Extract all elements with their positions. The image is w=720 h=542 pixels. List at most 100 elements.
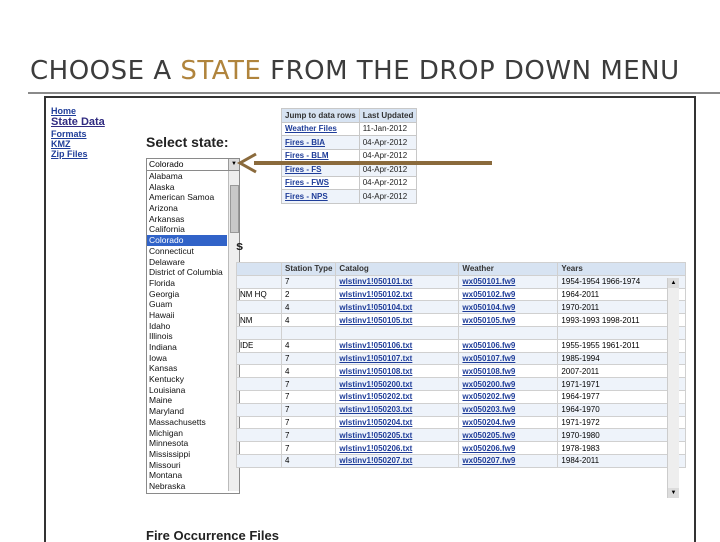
state-option[interactable]: Missouri [147, 460, 227, 471]
state-option[interactable]: Delaware [147, 257, 227, 268]
catalog-link[interactable]: wlstinv1!050205.txt [335, 428, 460, 443]
jump-row: Fires - FWS 04-Apr-2012 [281, 175, 418, 190]
station-type: 4 [280, 338, 337, 353]
browser-screenshot: Home State Data Formats KMZ Zip Files Se… [44, 96, 696, 542]
jump-row: Fires - NPS 04-Apr-2012 [281, 189, 418, 204]
nav-item-home[interactable]: Home [51, 106, 105, 116]
state-option[interactable]: Montana [147, 470, 227, 481]
state-option[interactable]: Connecticut [147, 246, 227, 257]
state-option[interactable]: Indiana [147, 342, 227, 353]
station-name [236, 389, 282, 404]
station-name [236, 274, 282, 289]
catalog-link[interactable]: wlstinv1!050101.txt [335, 274, 460, 289]
state-select-current[interactable]: Colorado ▼ [147, 159, 239, 171]
state-option[interactable]: Iowa [147, 353, 227, 364]
state-option[interactable]: Idaho [147, 321, 227, 332]
weather-section-heading: s [236, 238, 244, 253]
state-option[interactable]: Mississippi [147, 449, 227, 460]
last-updated: 04-Apr-2012 [358, 189, 418, 204]
chevron-down-icon[interactable]: ▼ [668, 488, 679, 498]
catalog-link[interactable]: wlstinv1!050203.txt [335, 402, 460, 417]
catalog-link[interactable]: wlstinv1!050102.txt [335, 287, 460, 302]
weather-link[interactable]: wx050108.fw9 [458, 364, 559, 379]
weather-link[interactable]: wx050207.fw9 [458, 453, 559, 468]
nav-item-state-data[interactable]: State Data [51, 116, 105, 129]
weather-link[interactable]: wx050101.fw9 [458, 274, 559, 289]
table-row: 7 wlstinv1!050200.txt wx050200.fw9 1971-197… [236, 377, 687, 391]
station-name [236, 325, 282, 340]
state-option[interactable]: Nebraska [147, 481, 227, 492]
state-option[interactable]: Hawaii [147, 310, 227, 321]
catalog-link[interactable]: wlstinv1!050105.txt [335, 313, 460, 327]
table-row: 7 wlstinv1!050203.txt wx050203.fw9 1964-197… [236, 402, 687, 417]
state-option[interactable]: California [147, 224, 227, 235]
table-row: 4 wlstinv1!050108.txt wx050108.fw9 2007-201… [236, 364, 687, 379]
state-option[interactable]: Illinois [147, 331, 227, 342]
state-option[interactable]: District of Columbia [147, 267, 227, 278]
jump-row: Fires - BIA 04-Apr-2012 [281, 135, 418, 150]
weather-link[interactable]: wx050203.fw9 [458, 402, 559, 417]
weather-link[interactable]: wx050102.fw9 [458, 287, 559, 302]
catalog-link[interactable]: wlstinv1!050200.txt [335, 377, 460, 391]
weather-link[interactable]: wx050107.fw9 [458, 351, 559, 366]
table-row: 7 wlstinv1!050101.txt wx050101.fw9 1954-195… [236, 274, 687, 289]
table-row: 7 wlstinv1!050202.txt wx050202.fw9 1964-197… [236, 389, 687, 404]
catalog-link[interactable] [335, 325, 460, 340]
state-option[interactable]: Colorado [147, 235, 227, 246]
state-option[interactable]: Louisiana [147, 385, 227, 396]
state-option[interactable]: Maryland [147, 406, 227, 417]
state-option-list[interactable]: Alabama Alaska American Samoa Arizona Arkans… [147, 171, 227, 492]
catalog-link[interactable]: wlstinv1!050207.txt [335, 453, 460, 468]
catalog-link[interactable]: wlstinv1!050206.txt [335, 441, 460, 455]
weather-link[interactable]: wx050200.fw9 [458, 377, 559, 391]
weather-link[interactable]: wx050106.fw9 [458, 338, 559, 353]
dropdown-scroll-thumb[interactable] [230, 185, 239, 233]
station-name [236, 300, 282, 315]
jump-link[interactable]: Weather Files [281, 121, 360, 136]
catalog-link[interactable]: wlstinv1!050108.txt [335, 364, 460, 379]
jump-link[interactable]: Fires - BIA [281, 135, 360, 150]
state-option[interactable]: Arizona [147, 203, 227, 214]
data-header-catalog: Catalog [335, 262, 460, 276]
catalog-link[interactable]: wlstinv1!050202.txt [335, 389, 460, 404]
catalog-link[interactable]: wlstinv1!050106.txt [335, 338, 460, 353]
catalog-link[interactable]: wlstinv1!050107.txt [335, 351, 460, 366]
state-option[interactable]: Kentucky [147, 374, 227, 385]
arrow-left-icon [236, 152, 492, 174]
station-type [280, 325, 337, 340]
state-option[interactable]: Kansas [147, 363, 227, 374]
state-select[interactable]: Colorado ▼ Alabama Alaska American Samoa Ar… [146, 158, 240, 494]
catalog-link[interactable]: wlstinv1!050204.txt [335, 415, 460, 430]
catalog-link[interactable]: wlstinv1!050104.txt [335, 300, 460, 315]
weather-link[interactable]: wx050205.fw9 [458, 428, 559, 443]
weather-link[interactable]: wx050105.fw9 [458, 313, 559, 327]
state-option[interactable]: Massachusetts [147, 417, 227, 428]
station-type: 4 [280, 313, 337, 327]
chevron-up-icon[interactable]: ▲ [668, 278, 679, 288]
jump-link[interactable]: Fires - NPS [281, 189, 360, 204]
state-option[interactable]: Alabama [147, 171, 227, 182]
nav-item-kmz[interactable]: KMZ [51, 139, 105, 149]
state-option[interactable]: Maine [147, 395, 227, 406]
weather-link[interactable]: wx050104.fw9 [458, 300, 559, 315]
nav-item-formats[interactable]: Formats [51, 129, 105, 139]
weather-link[interactable] [458, 325, 559, 340]
state-option[interactable]: Guam [147, 299, 227, 310]
state-option[interactable]: Arkansas [147, 214, 227, 225]
data-header-years: Years [557, 262, 687, 276]
state-option[interactable]: Alaska [147, 182, 227, 193]
state-option[interactable]: Minnesota [147, 438, 227, 449]
weather-link[interactable]: wx050204.fw9 [458, 415, 559, 430]
weather-link[interactable]: wx050206.fw9 [458, 441, 559, 455]
select-state-label: Select state: [146, 134, 229, 150]
state-option[interactable]: Georgia [147, 289, 227, 300]
nav-item-zip-files[interactable]: Zip Files [51, 149, 105, 159]
weather-data-table: Station Type Catalog Weather Years 7 wlst… [236, 262, 687, 468]
table-row: 7 wlstinv1!050205.txt wx050205.fw9 1970-198… [236, 428, 687, 443]
state-option[interactable]: American Samoa [147, 192, 227, 203]
table-scrollbar[interactable]: ▲ ▼ [667, 278, 679, 498]
jump-link[interactable]: Fires - FWS [281, 175, 360, 190]
state-option[interactable]: Michigan [147, 428, 227, 439]
weather-link[interactable]: wx050202.fw9 [458, 389, 559, 404]
state-option[interactable]: Florida [147, 278, 227, 289]
